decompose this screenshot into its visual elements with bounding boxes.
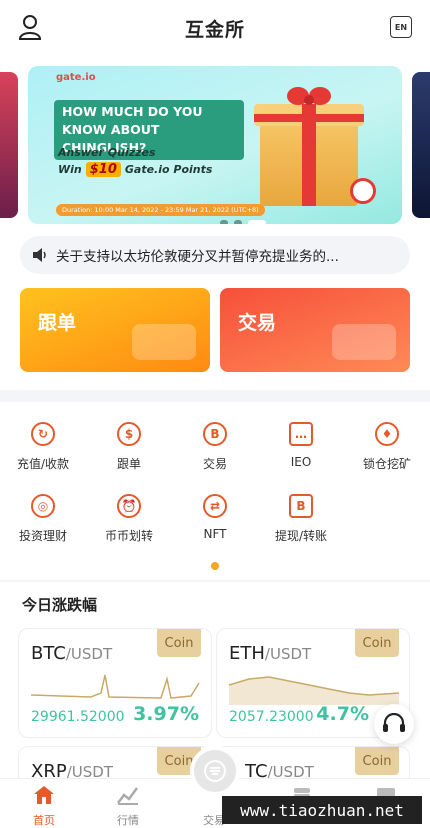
tab-label: 首页 xyxy=(33,814,55,827)
withdraw-icon: B xyxy=(289,494,313,518)
promo-banner[interactable]: gate.io HOW MUCH DO YOU KNOW ABOUT CHING… xyxy=(28,66,402,224)
banner-dot-active[interactable] xyxy=(248,220,266,224)
trade-card-label: 交易 xyxy=(238,312,277,334)
menu-item-label: 充值/收款 xyxy=(16,457,70,471)
menu-item-label: 币币划转 xyxy=(104,529,153,543)
trade-fab-button[interactable] xyxy=(190,746,240,796)
menu-item-follow[interactable]: $ 跟单 xyxy=(86,422,172,472)
menu-page-indicator xyxy=(211,562,219,570)
trade-card[interactable]: 交易 xyxy=(220,288,410,372)
section-title: 今日涨跌幅 xyxy=(22,596,98,614)
gift-bow-icon xyxy=(287,87,331,105)
banner-line2-suffix: Gate.io Points xyxy=(124,163,213,176)
banner-pagination xyxy=(220,220,266,224)
banner-next-peek[interactable] xyxy=(412,72,430,218)
coin-quote: /USDT xyxy=(65,645,113,663)
deposit-icon: ↻ xyxy=(31,422,55,446)
nft-icon: ⇄ xyxy=(203,494,227,518)
chart-icon xyxy=(117,787,139,805)
feature-menu: ↻ 充值/收款 $ 跟单 B 交易 … IEO ♦ 锁仓挖矿 ◎ 投资理财 ⏰ … xyxy=(0,402,430,580)
refresh-coin-icon xyxy=(350,178,376,204)
tab-quotes[interactable]: 行情 xyxy=(98,785,158,828)
banner-duration: Duration: 10:00 Mar 14, 2022 - 23:59 Mar… xyxy=(56,204,265,216)
menu-item-label: 锁仓挖矿 xyxy=(362,457,411,471)
coin-change: 3.97% xyxy=(133,703,199,725)
follow-illustration-icon xyxy=(132,324,196,360)
menu-item-transfer[interactable]: ⏰ 币币划转 xyxy=(86,494,172,544)
user-icon[interactable] xyxy=(18,14,42,40)
coin-card-btc[interactable]: BTC/USDT Coin 29961.52000 3.97% xyxy=(18,628,212,738)
coin-price: 29961.52000 xyxy=(31,709,125,725)
follow-card-label: 跟单 xyxy=(38,312,77,334)
gift-ribbon-band xyxy=(254,114,364,122)
trade-illustration-icon xyxy=(332,324,396,360)
banner-dot[interactable] xyxy=(234,220,242,224)
menu-item-trade[interactable]: B 交易 xyxy=(172,422,258,472)
banner-prev-peek[interactable] xyxy=(0,72,18,218)
follow-icon: $ xyxy=(117,422,141,446)
menu-item-withdraw[interactable]: B 提现/转账 xyxy=(258,494,344,544)
coin-tag: Coin xyxy=(355,629,399,657)
coin-pair: BTC/USDT xyxy=(31,643,112,664)
trade-icon: B xyxy=(203,422,227,446)
speaker-icon xyxy=(33,248,46,262)
trade-exchange-icon xyxy=(204,760,226,782)
menu-item-mining[interactable]: ♦ 锁仓挖矿 xyxy=(344,422,430,472)
menu-item-label: 投资理财 xyxy=(18,529,67,543)
notice-bar[interactable]: 关于支持以太坊伦敦硬分叉并暂停充提业务的... xyxy=(20,236,410,274)
menu-item-deposit[interactable]: ↻ 充值/收款 xyxy=(0,422,86,472)
follow-card[interactable]: 跟单 xyxy=(20,288,210,372)
coin-tag: Coin xyxy=(157,629,201,657)
ieo-icon: … xyxy=(289,422,313,446)
app-header: 互金所 EN xyxy=(0,0,430,56)
home-icon xyxy=(34,786,54,804)
invest-icon: ◎ xyxy=(31,494,55,518)
notice-text: 关于支持以太坊伦敦硬分叉并暂停充提业务的... xyxy=(56,249,339,265)
coin-change: 4.7% xyxy=(316,703,369,725)
sparkline-chart xyxy=(229,676,399,705)
language-button[interactable]: EN xyxy=(390,16,412,38)
menu-item-nft[interactable]: ⇄ NFT xyxy=(172,494,258,541)
menu-item-label: 提现/转账 xyxy=(274,529,328,543)
banner-brand: gate.io xyxy=(56,72,96,83)
transfer-icon: ⏰ xyxy=(117,494,141,518)
tab-label: 行情 xyxy=(117,814,139,827)
banner-line2: Win $10 Gate.io Points xyxy=(58,162,212,177)
menu-item-ieo[interactable]: … IEO xyxy=(258,422,344,469)
menu-item-label: NFT xyxy=(203,527,227,541)
coin-base: ETH xyxy=(229,643,265,664)
banner-line2-prefix: Win xyxy=(58,163,82,176)
sparkline-chart xyxy=(31,674,200,699)
menu-item-label: 交易 xyxy=(202,457,227,471)
coin-quote: /USDT xyxy=(264,645,312,663)
coin-price: 2057.23000 xyxy=(229,709,314,725)
headset-icon xyxy=(383,713,405,732)
banner-amount: $10 xyxy=(85,162,121,177)
menu-item-label: IEO xyxy=(290,455,312,469)
banner-line1: Answer Quizzes xyxy=(58,146,156,159)
page-title: 互金所 xyxy=(184,18,245,41)
coin-base: BTC xyxy=(31,643,66,664)
watermark: www.tiaozhuan.net xyxy=(222,796,422,824)
hero-section: gate.io HOW MUCH DO YOU KNOW ABOUT CHING… xyxy=(0,56,430,390)
customer-support-button[interactable] xyxy=(374,704,414,744)
banner-dot[interactable] xyxy=(220,220,228,224)
tab-home[interactable]: 首页 xyxy=(14,785,74,828)
menu-item-label: 跟单 xyxy=(116,457,141,471)
coin-tag: Coin xyxy=(355,747,399,775)
menu-item-invest[interactable]: ◎ 投资理财 xyxy=(0,494,86,544)
coin-pair: ETH/USDT xyxy=(229,643,311,664)
mining-icon: ♦ xyxy=(375,422,399,446)
